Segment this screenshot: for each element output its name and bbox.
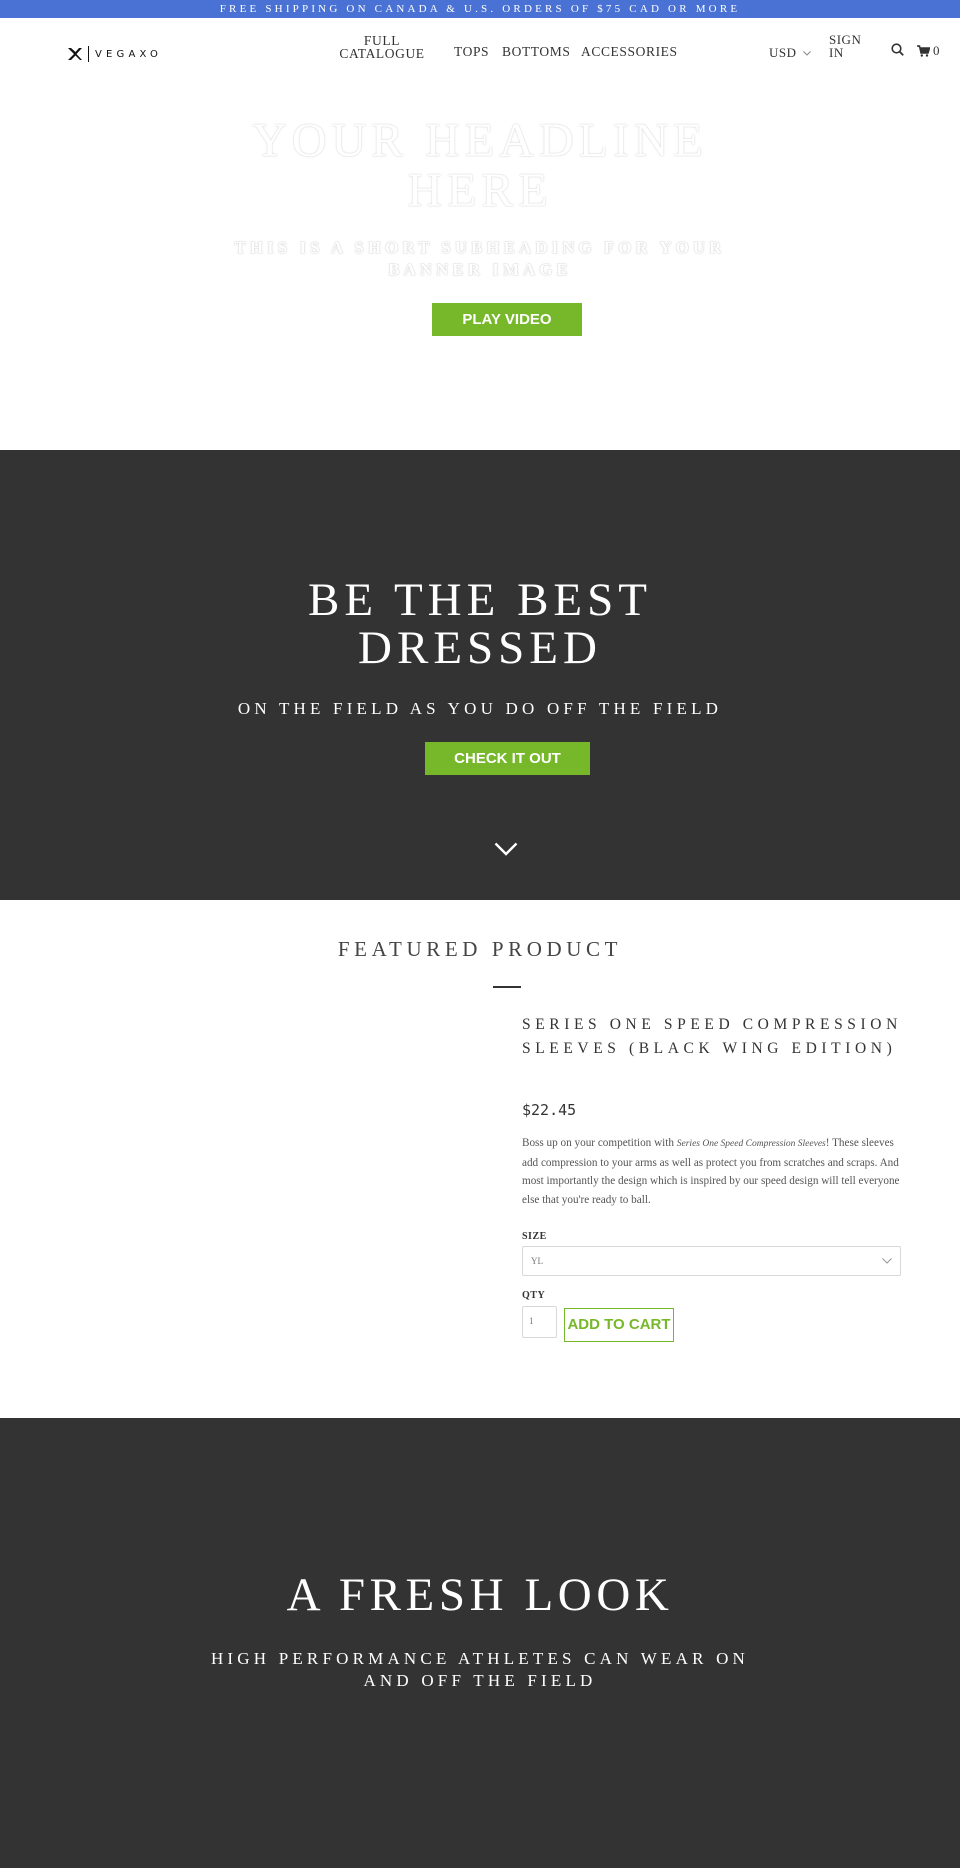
hero-banner: YOUR HEADLINE HERE THIS IS A SHORT SUBHE…	[0, 88, 960, 450]
nav-tops[interactable]: TOPS	[454, 45, 489, 59]
nav-full-catalogue[interactable]: FULL CATALOGUE	[337, 34, 427, 61]
site-header: VEGAXO FULL CATALOGUE TOPS BOTTOMS ACCES…	[0, 18, 960, 88]
page-bottom-strip	[0, 1868, 960, 1875]
add-to-cart-button[interactable]: ADD TO CART	[564, 1308, 674, 1342]
cart-count: 0	[933, 43, 940, 58]
chevron-down-icon	[802, 50, 811, 56]
size-select-value: YL	[531, 1256, 543, 1266]
product-price: $22.45	[522, 1101, 577, 1119]
play-video-button[interactable]: PLAY VIDEO	[432, 303, 582, 336]
cart-link[interactable]: 0	[917, 43, 940, 59]
hero-dark-section: BE THE BEST DRESSED ON THE FIELD AS YOU …	[0, 450, 960, 900]
announcement-bar: FREE SHIPPING ON CANADA & U.S. ORDERS OF…	[0, 0, 960, 18]
sign-in-link[interactable]: SIGN IN	[829, 33, 869, 59]
currency-value: USD	[769, 45, 797, 60]
size-select[interactable]: YL	[522, 1246, 901, 1276]
search-icon[interactable]	[891, 43, 904, 56]
product-description: Boss up on your competition with Series …	[522, 1134, 902, 1209]
nav-accessories[interactable]: ACCESSORIES	[581, 45, 678, 59]
featured-product-section: FEATURED PRODUCT SERIES ONE SPEED COMPRE…	[0, 900, 960, 1418]
qty-label: QTY	[522, 1290, 546, 1301]
check-it-out-button[interactable]: CHECK IT OUT	[425, 742, 590, 775]
logo-text: VEGAXO	[95, 48, 163, 60]
logo-mark-icon	[68, 48, 82, 60]
fresh-look-subtitle: HIGH PERFORMANCE ATHLETES CAN WEAR ON AN…	[210, 1649, 750, 1690]
featured-heading: FEATURED PRODUCT	[337, 937, 623, 961]
logo[interactable]: VEGAXO	[67, 46, 162, 62]
nav-bottoms[interactable]: BOTTOMS	[502, 45, 570, 59]
heading-divider	[493, 986, 521, 988]
fresh-look-section: A FRESH LOOK HIGH PERFORMANCE ATHLETES C…	[0, 1418, 960, 1868]
cart-icon	[917, 45, 930, 57]
hero-dark-subtitle: ON THE FIELD AS YOU DO OFF THE FIELD	[237, 699, 723, 718]
hero-banner-subtitle: THIS IS A SHORT SUBHEADING FOR YOUR BANN…	[234, 238, 726, 279]
hero-dark-title: BE THE BEST DRESSED	[308, 574, 652, 674]
currency-selector[interactable]: USD	[769, 45, 811, 61]
qty-input[interactable]: 1	[522, 1306, 557, 1338]
fresh-look-title: A FRESH LOOK	[286, 1569, 674, 1621]
hero-banner-title: YOUR HEADLINE HERE	[252, 114, 708, 217]
description-text: Boss up on your competition with	[522, 1137, 677, 1149]
scroll-down-chevron-icon[interactable]	[494, 842, 518, 856]
product-title[interactable]: SERIES ONE SPEED COMPRESSION SLEEVES (BL…	[522, 1013, 922, 1061]
size-label: SIZE	[522, 1231, 547, 1242]
description-product-name: Series One Speed Compression Sleeves	[676, 1139, 826, 1149]
chevron-down-icon	[882, 1258, 892, 1264]
logo-divider	[88, 46, 89, 62]
